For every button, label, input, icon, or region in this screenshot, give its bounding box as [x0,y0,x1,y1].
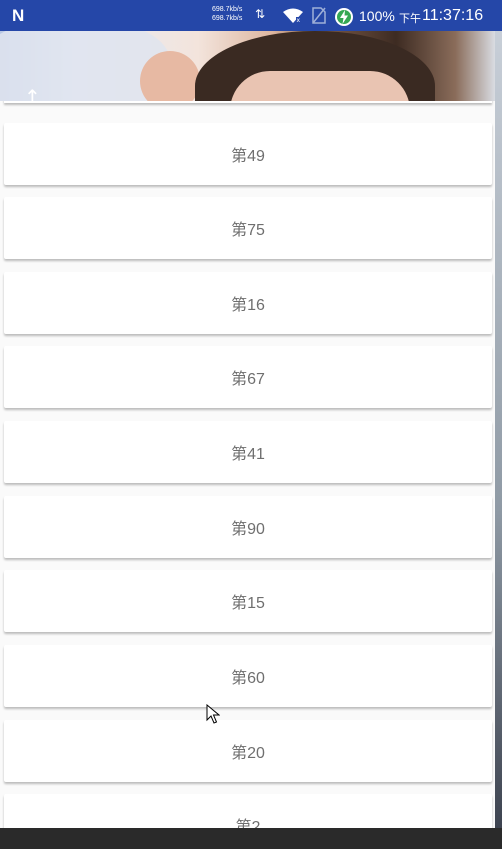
collapsing-header-image: ↑ [0,31,495,101]
list-item[interactable]: 第60 [4,645,492,707]
header-photo-face [230,71,410,101]
list-item-label: 第75 [231,222,265,239]
recycler-list[interactable]: 第49 第75 第16 第67 第41 第90 第15 第60 第20 第2 [0,101,495,828]
back-arrow-icon[interactable]: ↑ [24,85,41,101]
list-item[interactable]: 第90 [4,496,492,558]
list-item[interactable]: 第15 [4,570,492,632]
list-item-label: 第15 [231,595,265,612]
list-item-label: 第49 [231,148,265,165]
app-logo-icon: N [12,5,25,25]
no-sim-icon [312,7,326,24]
status-bar: N 698.7kb/s 698.7kb/s ⇅ x 100% 下午 11:37:… [0,0,502,31]
list-item-partial[interactable] [4,101,492,103]
list-item[interactable]: 第49 [4,123,492,185]
list-item[interactable]: 第75 [4,197,492,259]
header-photo-hand [140,51,200,101]
list-item-label: 第90 [231,521,265,538]
mouse-cursor-icon [206,704,220,724]
list-item-label: 第20 [231,745,265,762]
window-edge [495,31,502,828]
list-item-label: 第41 [231,446,265,463]
list-item[interactable]: 第41 [4,421,492,483]
list-item[interactable]: 第16 [4,272,492,334]
svg-text:x: x [297,17,301,24]
battery-charging-icon [335,8,353,26]
clock: 11:37:16 [422,7,484,24]
list-item-label: 第60 [231,670,265,687]
list-item-label: 第67 [231,371,265,388]
list-item[interactable]: 第67 [4,346,492,408]
list-item[interactable]: 第20 [4,720,492,782]
net-speed-up: 698.7kb/s [212,6,243,13]
list-item[interactable]: 第2 [4,794,492,828]
net-speed-down: 698.7kb/s [212,15,243,22]
list-item-label: 第16 [231,297,265,314]
data-arrows-icon: ⇅ [255,7,266,21]
battery-percentage: 100% [359,8,395,24]
network-speed: 698.7kb/s 698.7kb/s [212,5,242,23]
bottom-bar [0,828,502,849]
list-item-label: 第2 [235,819,261,828]
time-period: 下午 [399,13,421,25]
wifi-icon: x [283,8,303,24]
